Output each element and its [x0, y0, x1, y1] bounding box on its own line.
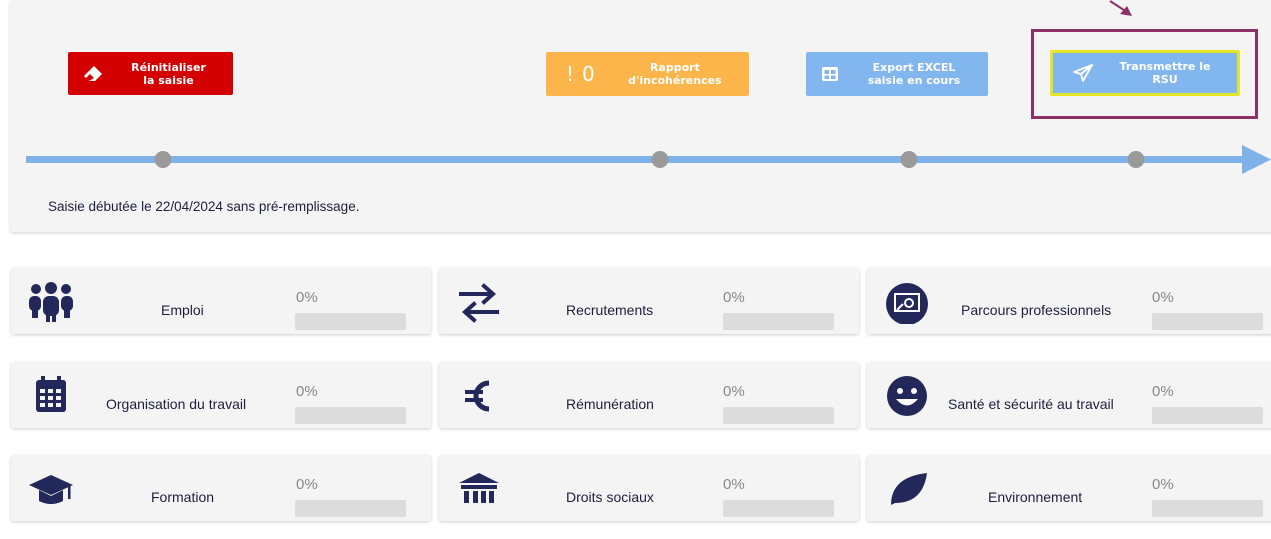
card-label: Formation: [151, 489, 215, 505]
card-percent: 0%: [1152, 476, 1174, 493]
timeline-step-reset: [154, 151, 172, 168]
send-label-line1: Transmettre le: [1119, 60, 1211, 73]
card-sante-securite[interactable]: Santé et sécurité au travail 0%: [867, 362, 1271, 428]
card-progress-bar: [1152, 500, 1263, 517]
excel-button-label: Export EXCEL saisie en cours: [840, 61, 988, 87]
export-excel-button[interactable]: Export EXCEL saisie en cours: [806, 52, 988, 96]
card-parcours-professionnels[interactable]: Parcours professionnels 0%: [867, 268, 1271, 334]
card-organisation-du-travail[interactable]: Organisation du travail 0%: [11, 362, 431, 428]
transfer-arrows-icon: [459, 283, 499, 323]
card-label: Recrutements: [566, 302, 654, 318]
send-button-label: Transmettre le RSU: [1093, 60, 1237, 86]
card-label: Parcours professionnels: [961, 302, 1112, 318]
card-formation[interactable]: Formation 0%: [11, 455, 431, 521]
timeline-step-report: [651, 151, 669, 168]
timeline-track: [26, 156, 1251, 163]
pointer-arrow-icon: [1109, 0, 1132, 16]
card-percent: 0%: [723, 289, 745, 306]
card-percent: 0%: [296, 383, 318, 400]
eraser-icon: [82, 65, 104, 83]
card-label: Environnement: [988, 489, 1083, 505]
card-progress-bar: [1152, 313, 1263, 330]
card-remuneration[interactable]: Rémunération 0%: [439, 362, 859, 428]
card-environnement[interactable]: Environnement 0%: [867, 455, 1271, 521]
leaf-icon: [891, 473, 927, 505]
card-label: Emploi: [161, 302, 204, 318]
reset-label-line1: Réinitialiser: [131, 60, 206, 74]
excel-label-line1: Export EXCEL: [872, 61, 956, 74]
inconsistency-count: 0: [582, 61, 595, 86]
reset-button-label: Réinitialiser la saisie: [104, 61, 233, 87]
report-label-line1: Rapport: [649, 61, 700, 74]
card-percent: 0%: [296, 289, 318, 306]
card-progress-bar: [295, 500, 406, 517]
card-percent: 0%: [296, 476, 318, 493]
card-label: Organisation du travail: [106, 396, 247, 412]
card-progress-bar: [723, 500, 834, 517]
card-label: Rémunération: [566, 396, 654, 412]
entry-status-text: Saisie débutée le 22/04/2024 sans pré-re…: [48, 199, 360, 214]
euro-icon: [465, 380, 490, 412]
card-emploi[interactable]: Emploi 0%: [11, 268, 431, 334]
card-progress-bar: [723, 407, 834, 424]
graduation-cap-icon: [29, 475, 73, 504]
card-label: Droits sociaux: [566, 489, 654, 505]
card-recrutements[interactable]: Recrutements 0%: [439, 268, 859, 334]
transmit-rsu-button[interactable]: Transmettre le RSU: [1050, 50, 1240, 96]
calendar-icon: [36, 376, 66, 412]
send-label-line2: RSU: [1152, 73, 1178, 86]
excel-label-line2: saisie en cours: [867, 74, 961, 87]
reset-entry-button[interactable]: Réinitialiser la saisie: [68, 52, 233, 95]
card-progress-bar: [723, 313, 834, 330]
card-percent: 0%: [1152, 383, 1174, 400]
report-button-label: Rapport d'incohérences: [601, 61, 749, 87]
card-progress-bar: [295, 407, 406, 424]
exclamation-icon: !: [566, 61, 575, 86]
table-icon: [820, 66, 840, 82]
inconsistency-report-button[interactable]: ! 0 Rapport d'incohérences: [546, 52, 749, 96]
card-percent: 0%: [723, 476, 745, 493]
progress-timeline: [26, 145, 1271, 174]
card-droits-sociaux[interactable]: Droits sociaux 0%: [439, 455, 859, 521]
timeline-step-excel: [900, 151, 918, 168]
timeline-step-send: [1127, 151, 1145, 168]
card-label: Santé et sécurité au travail: [948, 396, 1114, 412]
paper-plane-icon: [1073, 64, 1093, 82]
card-progress-bar: [1152, 407, 1263, 424]
report-label-line2: d'incohérences: [628, 74, 722, 87]
card-progress-bar: [295, 313, 406, 330]
reset-label-line2: la saisie: [143, 73, 194, 87]
card-percent: 0%: [1152, 289, 1174, 306]
smiley-icon: [887, 376, 927, 416]
card-percent: 0%: [723, 383, 745, 400]
institution-icon: [459, 473, 499, 503]
timeline-arrowhead: [1242, 145, 1271, 174]
presentation-icon: [886, 283, 928, 324]
people-icon: [29, 282, 73, 322]
